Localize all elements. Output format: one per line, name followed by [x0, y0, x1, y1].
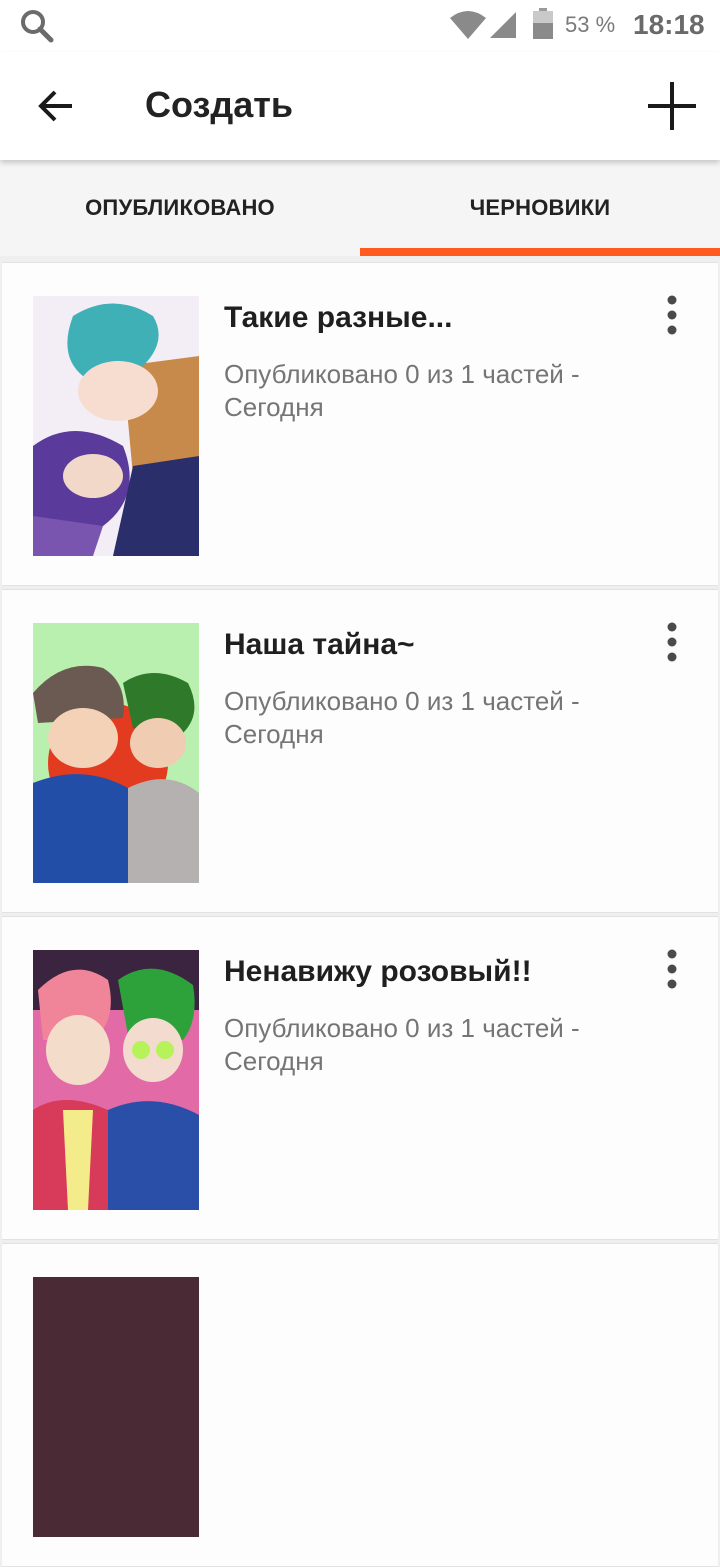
tab-drafts[interactable]: ЧЕРНОВИКИ [360, 160, 720, 256]
story-status: Опубликовано 0 из 1 частей - [224, 359, 580, 389]
story-status: Опубликовано 0 из 1 частей - [224, 686, 580, 716]
page-title: Создать [145, 84, 294, 125]
story-card[interactable]: Такие разные... Опубликовано 0 из 1 част… [2, 262, 718, 586]
story-cover-image [33, 950, 199, 1210]
story-card[interactable]: Наша тайна~ Опубликовано 0 из 1 частей -… [2, 589, 718, 913]
wifi-icon [450, 11, 486, 39]
tab-bar: ОПУБЛИКОВАНО ЧЕРНОВИКИ [0, 160, 720, 256]
active-tab-indicator [360, 248, 720, 256]
plus-icon[interactable] [644, 78, 700, 134]
more-vertical-icon[interactable] [654, 293, 690, 337]
story-title: Наша тайна~ [224, 628, 415, 661]
app-bar: Создать [0, 52, 720, 160]
story-date: Сегодня [224, 719, 324, 749]
story-title: Ненавижу розовый!! [224, 955, 532, 988]
back-arrow-icon[interactable] [28, 82, 84, 130]
battery-icon [533, 8, 553, 39]
story-meta: Опубликовано 0 из 1 частей - Сегодня [224, 685, 644, 751]
status-bar: 53 % 18:18 [0, 0, 720, 52]
story-meta: Опубликовано 0 из 1 частей - Сегодня [224, 358, 644, 424]
more-vertical-icon[interactable] [654, 620, 690, 664]
story-cover-image [33, 296, 199, 556]
tab-published[interactable]: ОПУБЛИКОВАНО [0, 160, 360, 256]
story-card[interactable]: Ненавижу розовый!! Опубликовано 0 из 1 ч… [2, 916, 718, 1240]
battery-percent: 53 % [565, 12, 616, 37]
search-icon[interactable] [18, 8, 58, 44]
story-date: Сегодня [224, 1046, 324, 1076]
story-cover-image [33, 623, 199, 883]
signal-icon [490, 12, 516, 38]
more-vertical-icon[interactable] [654, 947, 690, 991]
clock: 18:18 [633, 9, 705, 40]
story-meta: Опубликовано 0 из 1 частей - Сегодня [224, 1012, 644, 1078]
story-date: Сегодня [224, 392, 324, 422]
story-card[interactable] [2, 1243, 718, 1567]
story-status: Опубликовано 0 из 1 частей - [224, 1013, 580, 1043]
story-cover-image [33, 1277, 199, 1537]
story-title: Такие разные... [224, 301, 453, 334]
